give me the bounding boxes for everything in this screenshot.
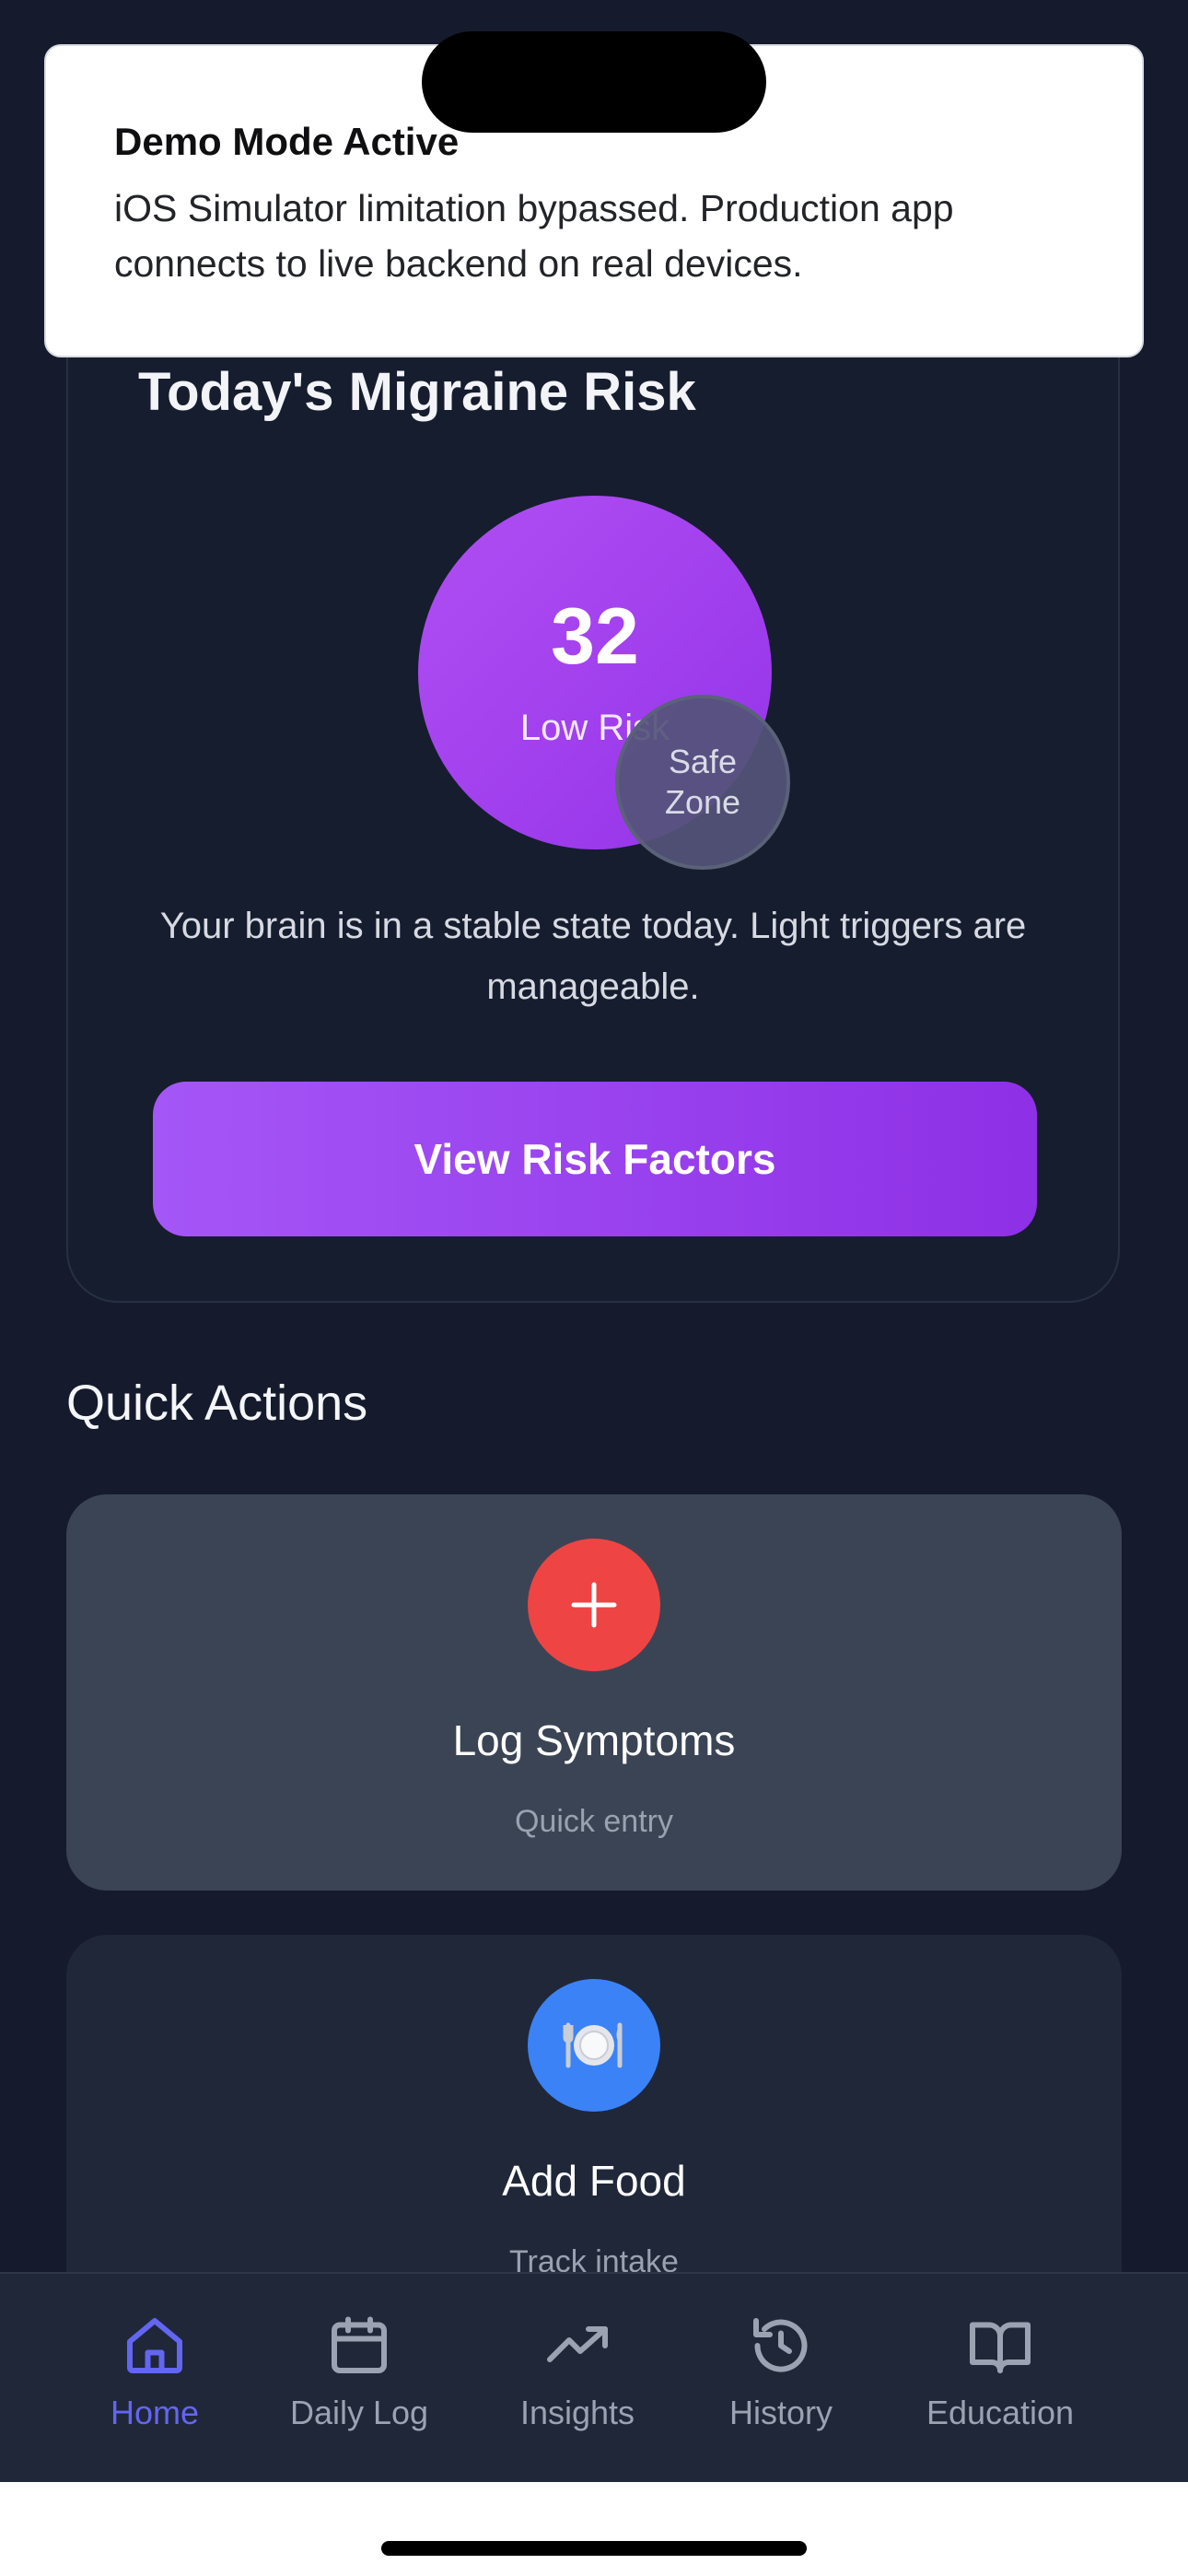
tab-education[interactable]: Education	[890, 2313, 1111, 2451]
risk-card: Today's Migraine Risk 32 Low Risk Safe Z…	[66, 295, 1120, 1303]
tab-history[interactable]: History	[670, 2313, 891, 2451]
log-symptoms-subtitle: Quick entry	[515, 1804, 673, 1839]
tab-daily-log[interactable]: Daily Log	[249, 2313, 470, 2451]
tab-daily-log-label: Daily Log	[289, 2394, 429, 2431]
risk-title: Today's Migraine Risk	[138, 362, 696, 422]
tab-insights[interactable]: Insights	[467, 2313, 688, 2451]
book-icon	[970, 2322, 1031, 2373]
view-risk-factors-button[interactable]: View Risk Factors	[153, 1082, 1037, 1236]
plate-icon	[528, 1979, 660, 2112]
log-symptoms-title: Log Symptoms	[452, 1716, 736, 1764]
dynamic-island	[422, 31, 766, 133]
safe-zone-label-line2: Zone	[664, 783, 741, 821]
banner-message: iOS Simulator limitation bypassed. Produ…	[114, 187, 954, 285]
tab-insights-label: Insights	[519, 2394, 635, 2431]
add-food-title: Add Food	[502, 2157, 686, 2205]
home-indicator[interactable]	[381, 2541, 807, 2556]
app-screen: Today's Migraine Risk 32 Low Risk Safe Z…	[0, 0, 1188, 2576]
plus-icon	[528, 1539, 660, 1671]
trending-up-icon	[547, 2326, 608, 2362]
risk-description: Your brain is in a stable state today. L…	[159, 906, 1027, 1007]
home-indicator-area	[0, 2482, 1188, 2576]
history-icon	[753, 2318, 808, 2372]
log-symptoms-card[interactable]: Log Symptoms Quick entry	[66, 1494, 1122, 1891]
tab-education-label: Education	[926, 2394, 1075, 2431]
risk-score: 32	[551, 592, 639, 681]
safe-zone-badge: Safe Zone	[615, 695, 790, 870]
safe-zone-label-line1: Safe	[668, 743, 738, 780]
quick-actions-heading: Quick Actions	[66, 1376, 368, 1431]
banner-title: Demo Mode Active	[114, 120, 460, 163]
tab-home[interactable]: Home	[44, 2313, 265, 2451]
tab-bar: Home Daily Log Insights History Educatio…	[0, 2272, 1188, 2482]
calendar-icon	[332, 2316, 387, 2373]
tab-history-label: History	[728, 2394, 833, 2431]
tab-home-label: Home	[110, 2394, 200, 2431]
home-icon	[127, 2318, 182, 2373]
